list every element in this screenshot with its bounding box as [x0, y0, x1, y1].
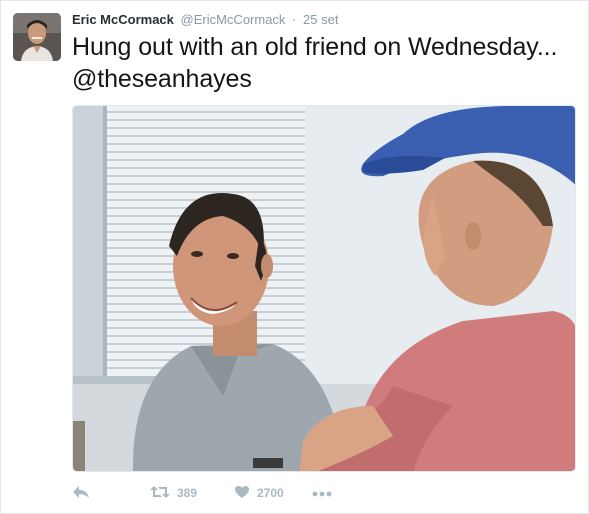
- like-button[interactable]: 2700: [234, 482, 284, 504]
- header-separator: ·: [292, 12, 297, 27]
- reply-icon: [72, 485, 90, 502]
- like-count: 2700: [257, 486, 284, 500]
- author-handle[interactable]: @EricMcCormack: [181, 12, 286, 27]
- retweet-button[interactable]: 389: [150, 482, 197, 504]
- tweet-text: Hung out with an old friend on Wednesday…: [72, 33, 558, 93]
- retweet-icon: [150, 485, 170, 502]
- reply-button[interactable]: [72, 482, 90, 504]
- tweet-actions: 389 2700: [72, 482, 572, 504]
- tweet-timestamp[interactable]: 25 set: [303, 12, 338, 27]
- more-dots-icon: [312, 486, 332, 500]
- author-name[interactable]: Eric McCormack: [72, 12, 174, 27]
- tweet-photo[interactable]: [72, 105, 576, 472]
- more-button[interactable]: [312, 482, 332, 504]
- tweet-header: Eric McCormack @EricMcCormack · 25 set: [72, 11, 338, 29]
- tweet-card: Eric McCormack @EricMcCormack · 25 set H…: [0, 0, 589, 514]
- author-avatar[interactable]: [13, 13, 61, 61]
- heart-icon: [234, 485, 250, 502]
- retweet-count: 389: [177, 486, 198, 500]
